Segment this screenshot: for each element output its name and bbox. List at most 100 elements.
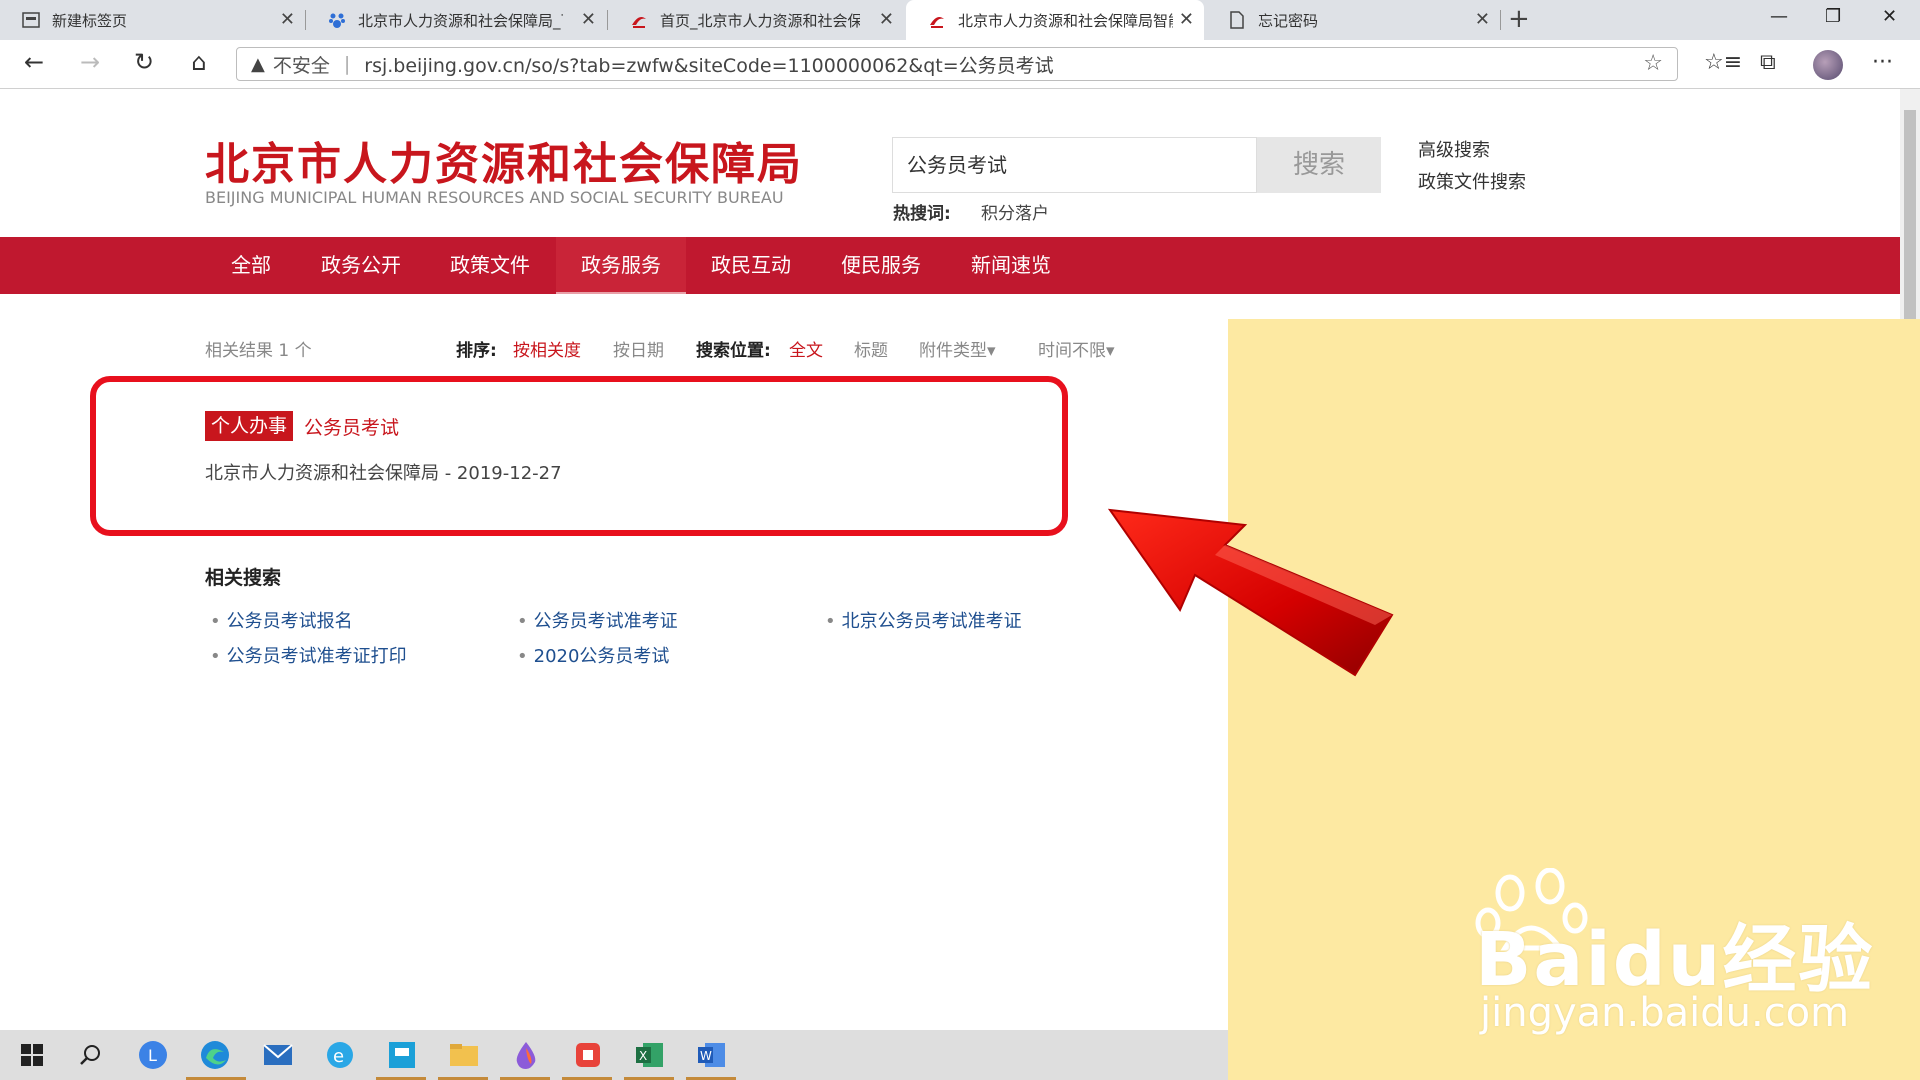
address-bar[interactable]: ▲ 不安全 | rsj.beijing.gov.cn/so/s?tab=zwfw… (236, 47, 1678, 81)
search-position-label: 搜索位置: (696, 341, 771, 361)
related-link-label: 公务员考试准考证 (533, 611, 678, 632)
bureau-logo-icon (928, 11, 946, 29)
tab-new-tab[interactable]: 新建标签页 ✕ (0, 0, 305, 40)
new-tab-icon[interactable]: + (1508, 4, 1530, 34)
tab-forgot-password[interactable]: 忘记密码 ✕ (1206, 0, 1500, 40)
calculator-app-icon[interactable] (386, 1039, 418, 1071)
tab-bar: 新建标签页 ✕ 北京市人力资源和社会保障局_百度 ✕ 首页_北京市人力资源和社会… (0, 0, 1920, 40)
bullet-dot-icon: • (517, 611, 528, 632)
sort-label: 排序: (456, 341, 497, 361)
ie-browser-icon[interactable]: e (324, 1039, 356, 1071)
forward-arrow-icon[interactable]: → (74, 48, 106, 76)
scrollbar-thumb[interactable] (1904, 110, 1916, 320)
favorites-list-icon[interactable]: ☆≡ (1704, 50, 1742, 75)
tab-label: 北京市人力资源和社会保障局智能 (958, 11, 1173, 30)
close-tab-icon[interactable]: ✕ (581, 9, 596, 30)
tab-label: 北京市人力资源和社会保障局_百度 (358, 11, 563, 30)
related-searches-heading: 相关搜索 (205, 567, 282, 589)
excel-icon[interactable]: X (634, 1039, 666, 1071)
back-arrow-icon[interactable]: ← (18, 48, 50, 76)
related-search-link[interactable]: • 公务员考试准考证打印 (210, 642, 407, 668)
search-button[interactable]: 搜索 (1257, 137, 1381, 193)
word-icon[interactable]: W (696, 1039, 728, 1071)
tab-baidu[interactable]: 北京市人力资源和社会保障局_百度 ✕ (306, 0, 606, 40)
close-tab-icon[interactable]: ✕ (1179, 9, 1194, 30)
profile-avatar[interactable] (1813, 50, 1843, 80)
mail-icon[interactable] (262, 1039, 294, 1071)
hot-word-link[interactable]: 积分落户 (981, 199, 1049, 224)
tab-label: 新建标签页 (52, 11, 128, 30)
address-divider: | (343, 53, 351, 75)
related-search-link[interactable]: • 公务员考试报名 (210, 607, 353, 633)
nav-convenience-services[interactable]: 便民服务 (816, 237, 946, 294)
result-category-tag: 个人办事 (205, 411, 294, 441)
main-nav: 全部 政务公开 政策文件 政务服务 政民互动 便民服务 新闻速览 (0, 237, 1900, 294)
close-tab-icon[interactable]: ✕ (1475, 9, 1490, 30)
nav-news[interactable]: 新闻速览 (946, 237, 1076, 294)
svg-text:W: W (700, 1049, 712, 1063)
search-input[interactable]: 公务员考试 (892, 137, 1257, 193)
new-tab-page-icon (22, 11, 40, 29)
restore-icon[interactable]: ❐ (1825, 6, 1841, 27)
annotation-highlight-box (90, 376, 1068, 536)
sort-by-relevance[interactable]: 按相关度 (513, 336, 581, 361)
related-link-label: 公务员考试准考证打印 (226, 646, 407, 667)
bullet-dot-icon: • (210, 646, 221, 667)
related-link-label: 2020公务员考试 (533, 646, 670, 667)
file-explorer-icon[interactable] (448, 1039, 480, 1071)
close-tab-icon[interactable]: ✕ (280, 9, 295, 30)
more-menu-icon[interactable]: ··· (1872, 50, 1893, 75)
bullet-dot-icon: • (210, 611, 221, 632)
baidu-paw-icon (328, 11, 346, 29)
position-title[interactable]: 标题 (854, 336, 888, 361)
svg-text:L: L (148, 1046, 157, 1065)
security-label: 不安全 (272, 54, 330, 77)
edge-browser-icon[interactable] (199, 1039, 231, 1071)
related-link-label: 公务员考试报名 (226, 611, 353, 632)
attachment-type-dropdown[interactable]: 附件类型▾ (919, 336, 996, 361)
browser-toolbar: ← → ↻ ⌂ ▲ 不安全 | rsj.beijing.gov.cn/so/s?… (0, 40, 1920, 89)
tab-label: 忘记密码 (1258, 11, 1319, 30)
blue-app-icon[interactable]: L (137, 1039, 169, 1071)
search-icon[interactable] (74, 1039, 106, 1071)
related-search-link[interactable]: • 公务员考试准考证 (517, 607, 678, 633)
minimize-icon[interactable]: — (1770, 6, 1788, 27)
time-range-dropdown[interactable]: 时间不限▾ (1038, 336, 1115, 361)
bullet-dot-icon: • (825, 611, 836, 632)
result-title-link[interactable]: 公务员考试 (304, 413, 399, 440)
windows-start-icon[interactable] (16, 1039, 48, 1071)
tab-home[interactable]: 首页_北京市人力资源和社会保障局 ✕ (608, 0, 904, 40)
svg-text:X: X (639, 1049, 647, 1063)
home-icon[interactable]: ⌂ (183, 48, 215, 76)
collections-icon[interactable]: ⧉ (1760, 50, 1776, 75)
nav-government-affairs[interactable]: 政务公开 (297, 237, 425, 294)
result-source-date: 北京市人力资源和社会保障局 - 2019-12-27 (205, 463, 562, 484)
nav-all[interactable]: 全部 (205, 237, 297, 294)
nav-public-interaction[interactable]: 政民互动 (686, 237, 816, 294)
tab-label: 首页_北京市人力资源和社会保障局 (660, 11, 860, 30)
advanced-search-link[interactable]: 高级搜索 (1418, 136, 1490, 162)
policy-search-link[interactable]: 政策文件搜索 (1418, 168, 1526, 194)
paint-drop-icon[interactable] (510, 1039, 542, 1071)
hot-words-label: 热搜词: (893, 204, 951, 224)
site-logo-title[interactable]: 北京市人力资源和社会保障局 (205, 128, 803, 192)
close-window-icon[interactable]: ✕ (1882, 6, 1897, 27)
favorite-star-icon[interactable]: ☆ (1643, 51, 1663, 76)
nav-government-services[interactable]: 政务服务 (556, 237, 686, 294)
position-fulltext[interactable]: 全文 (789, 336, 823, 361)
related-search-link[interactable]: • 北京公务员考试准考证 (825, 607, 1022, 633)
site-logo-subtitle: BEIJING MUNICIPAL HUMAN RESOURCES AND SO… (205, 188, 784, 207)
related-search-link[interactable]: • 2020公务员考试 (517, 642, 669, 668)
tab-search-active[interactable]: 北京市人力资源和社会保障局智能 ✕ (906, 0, 1204, 40)
result-count: 相关结果 1 个 (205, 341, 312, 361)
refresh-icon[interactable]: ↻ (128, 48, 160, 76)
screen-recorder-icon[interactable] (572, 1039, 604, 1071)
bureau-logo-icon (630, 11, 648, 29)
sort-by-date[interactable]: 按日期 (613, 336, 664, 361)
related-link-label: 北京公务员考试准考证 (841, 611, 1022, 632)
watermark-domain-text: jingyan.baidu.com (1480, 990, 1850, 1036)
nav-policy-documents[interactable]: 政策文件 (425, 237, 555, 294)
close-tab-icon[interactable]: ✕ (879, 9, 894, 30)
windows-taskbar (0, 1030, 1228, 1080)
url-text: rsj.beijing.gov.cn/so/s?tab=zwfw&siteCod… (364, 54, 1054, 77)
